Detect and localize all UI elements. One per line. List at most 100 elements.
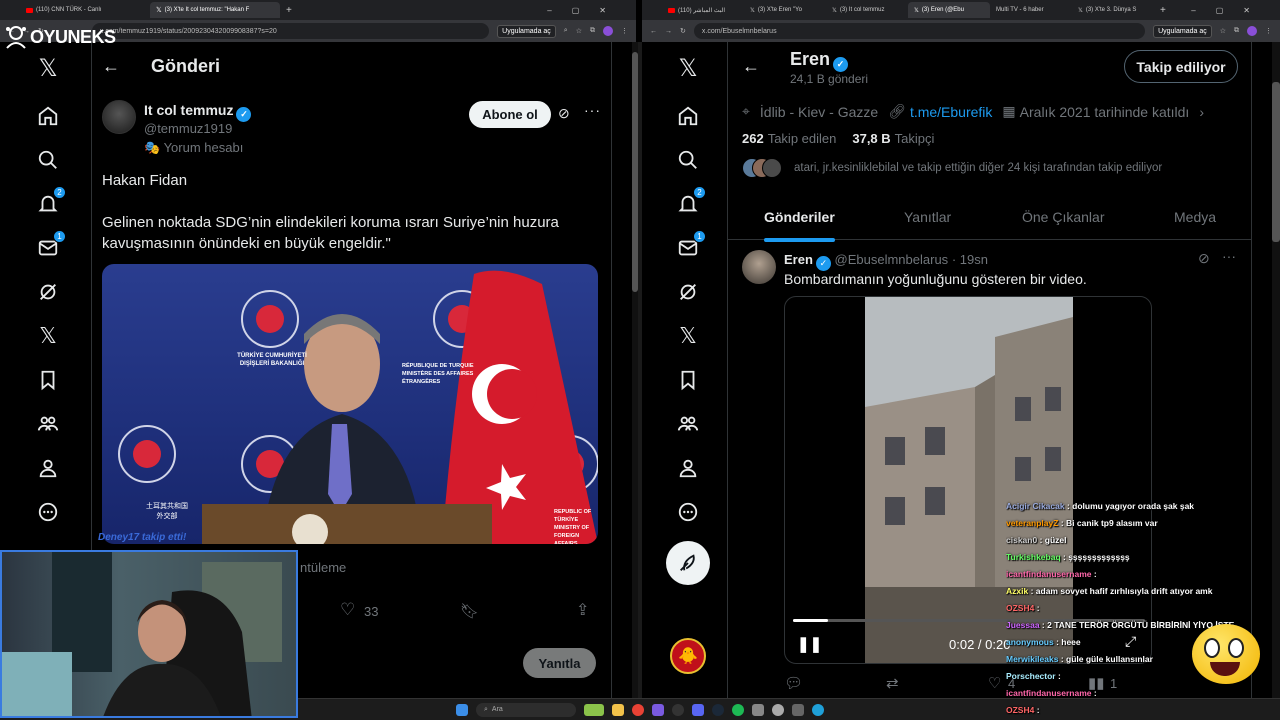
following-label[interactable]: Takip edilen — [768, 131, 837, 146]
tab-temmuz[interactable]: 𝕏 (3) It col temmuz — [826, 2, 908, 18]
spotify-icon[interactable] — [732, 703, 744, 716]
window-controls[interactable]: –▢✕ — [1191, 6, 1270, 15]
settings-icon[interactable] — [792, 703, 804, 716]
star-icon[interactable]: ☆ — [576, 27, 582, 35]
open-app-button[interactable]: Uygulamada aç — [1153, 24, 1212, 38]
compose-post-button[interactable] — [666, 541, 710, 585]
author-avatar[interactable] — [102, 100, 136, 134]
bookmarks-icon[interactable] — [674, 366, 702, 394]
x-logo-icon[interactable]: 𝕏 — [674, 54, 702, 82]
reply-button[interactable]: Yanıtla — [523, 648, 596, 678]
post-image[interactable]: TÜRKİYE CUMHURİYETİ DIŞİŞLERİ BAKANLIĞI … — [102, 264, 598, 544]
tab-highlights[interactable]: Öne Çıkanlar — [1022, 209, 1104, 225]
tweet-author-handle[interactable]: @Ebuselmnbelarus — [835, 252, 949, 267]
home-icon[interactable] — [674, 102, 702, 130]
tab-eren-profile[interactable]: 𝕏 (3) Eren (@Ebu — [908, 2, 990, 18]
retweet-icon[interactable]: ⇄ — [886, 674, 899, 692]
premium-x-icon[interactable]: 𝕏 — [34, 322, 62, 350]
more-options-icon[interactable]: ··· — [584, 102, 601, 118]
more-icon[interactable] — [674, 498, 702, 526]
profile-avatar[interactable] — [603, 26, 613, 36]
url-field[interactable]: x.com/temmuz1919/status/2009230432009908… — [91, 23, 490, 39]
chrome-icon[interactable] — [632, 703, 644, 716]
communities-icon[interactable] — [34, 410, 62, 438]
file-explorer-icon[interactable] — [612, 703, 624, 716]
bookmarks-icon[interactable] — [34, 366, 62, 394]
tab-replies[interactable]: Yanıtlar — [904, 209, 951, 225]
tab-posts[interactable]: Gönderiler — [764, 209, 835, 242]
url-field[interactable]: x.com/Ebuselmnbelarus — [693, 23, 1146, 39]
menu-icon[interactable]: ⋮ — [621, 27, 628, 35]
grok-icon[interactable] — [34, 278, 62, 306]
followed-by-row[interactable]: atari, jr.kesinliklebilal ve takip ettiğ… — [742, 158, 1162, 178]
tab-cnn[interactable]: (110) CNN TÜRK - Canlı — [20, 2, 150, 18]
menu-icon[interactable]: ⋮ — [1265, 27, 1272, 35]
widgets-icon[interactable] — [584, 703, 604, 716]
edge-icon[interactable] — [812, 703, 824, 716]
following-button[interactable]: Takip ediliyor — [1124, 50, 1238, 83]
back-arrow-icon[interactable]: ← — [742, 56, 760, 77]
subscribe-button[interactable]: Abone ol — [469, 101, 551, 128]
extensions-icon[interactable]: ⧉ — [1234, 27, 1239, 35]
profile-avatar[interactable] — [1247, 26, 1257, 36]
like-icon[interactable]: ♡ — [988, 674, 1001, 692]
new-tab-icon[interactable]: + — [286, 5, 292, 16]
bookmark-icon[interactable]: 🔖︎ — [460, 602, 479, 620]
followers-count[interactable]: 37,8 B — [852, 131, 890, 146]
more-icon[interactable] — [34, 498, 62, 526]
zoom-icon[interactable]: ⌕ — [564, 27, 568, 35]
like-icon[interactable]: ♡ — [340, 600, 355, 620]
pause-icon[interactable]: ❚❚ — [797, 635, 822, 653]
profile-link[interactable]: t.me/Eburefik — [910, 104, 992, 120]
window-controls[interactable]: –▢✕ — [547, 6, 626, 15]
grok-icon[interactable] — [674, 278, 702, 306]
messages-icon[interactable]: 1 — [674, 230, 706, 262]
search-icon[interactable] — [674, 146, 702, 174]
author-name[interactable]: It col temmuz — [144, 102, 233, 118]
tool-icon[interactable] — [772, 703, 784, 716]
followers-label[interactable]: Takipçi — [895, 131, 935, 146]
reload-icon[interactable]: ↻ — [680, 27, 686, 35]
obs-icon[interactable] — [672, 703, 684, 716]
star-icon[interactable]: ☆ — [1220, 27, 1226, 35]
x-logo-icon[interactable]: 𝕏 — [34, 54, 62, 82]
communities-icon[interactable] — [674, 410, 702, 438]
windows-start-icon[interactable] — [456, 703, 468, 716]
tab-tweet[interactable]: 𝕏 (3) X'te It col temmuz: "Hakan F — [150, 2, 280, 18]
tab-multitv[interactable]: Multi TV - 6 haber — [990, 2, 1072, 18]
app-icon[interactable] — [652, 703, 664, 716]
share-icon[interactable]: ⇪ — [576, 600, 589, 620]
steam-icon[interactable] — [712, 703, 724, 716]
grok-action-icon[interactable]: ⊘ — [1198, 250, 1210, 267]
discord-icon[interactable] — [692, 703, 704, 716]
more-options-icon[interactable]: ··· — [1222, 248, 1236, 264]
open-app-button[interactable]: Uygulamada aç — [497, 24, 556, 38]
tab-media[interactable]: Medya — [1174, 209, 1216, 225]
reply-icon[interactable]: 💬︎ — [784, 674, 803, 692]
profile-icon[interactable] — [34, 454, 62, 482]
account-avatar[interactable]: 🐥 — [670, 638, 706, 674]
extensions-icon[interactable]: ⧉ — [590, 27, 595, 35]
game-icon[interactable] — [752, 703, 764, 716]
notifications-icon[interactable]: 2 — [674, 186, 706, 218]
grok-action-icon[interactable]: ⊘ — [558, 105, 570, 122]
author-name-row[interactable]: It col temmuz ✓ — [144, 102, 252, 122]
tweet-time[interactable]: · 19sn — [952, 252, 988, 267]
back-icon[interactable]: ← — [650, 28, 657, 35]
home-icon[interactable] — [34, 102, 62, 130]
back-arrow-icon[interactable]: ← — [102, 56, 120, 77]
search-icon[interactable] — [34, 146, 62, 174]
tweet-author-name[interactable]: Eren — [784, 252, 813, 267]
following-count[interactable]: 262 — [742, 131, 764, 146]
notifications-icon[interactable]: 2 — [34, 186, 66, 218]
tab-world[interactable]: 𝕏 (3) X'te 3. Dünya S — [1072, 2, 1154, 18]
tab-live[interactable]: (110) البث المباشر — [662, 2, 744, 18]
profile-icon[interactable] — [674, 454, 702, 482]
forward-icon[interactable]: → — [665, 28, 672, 35]
tweet-avatar[interactable] — [742, 250, 776, 284]
new-tab-icon[interactable]: + — [1160, 5, 1166, 16]
author-handle[interactable]: @temmuz1919 — [144, 121, 232, 136]
messages-icon[interactable]: 1 — [34, 230, 66, 262]
premium-x-icon[interactable]: 𝕏 — [674, 322, 702, 350]
taskbar-search[interactable]: ⌕ Ara — [476, 702, 576, 717]
